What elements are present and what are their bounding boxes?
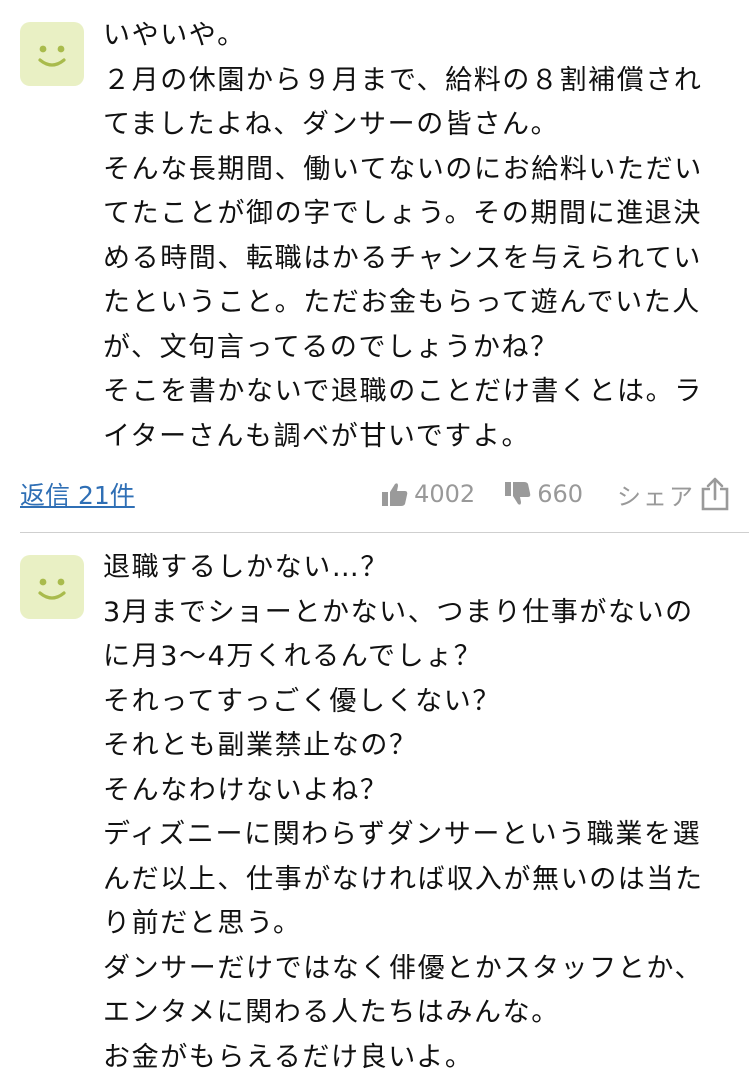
comment-divider	[20, 532, 749, 533]
comment-body: 退職するしかない…？ 3月までショーとかない、つまり仕事がないの に月3〜4万く…	[103, 546, 743, 1080]
comment-footer: 返信 21件 4002 660 シェア	[20, 469, 729, 519]
thumbs-down-icon	[505, 482, 531, 505]
comment-line: たということ。ただお金もらって遊んでいた人	[103, 287, 701, 318]
thumbs-up-icon	[382, 483, 408, 506]
reply-link[interactable]: 返信 21件	[20, 476, 135, 512]
avatar	[20, 22, 84, 86]
smiley-avatar-icon	[38, 45, 66, 67]
avatar	[20, 555, 84, 619]
dislike-button[interactable]: 660	[505, 480, 583, 508]
dislike-count: 660	[537, 480, 583, 508]
like-button[interactable]: 4002	[382, 480, 475, 508]
comment-line: んだ以上、仕事がなければ収入が無いのは当た	[103, 863, 704, 895]
comment-line: に月3〜4万くれるんでしょ？	[103, 641, 483, 672]
comment-line: エンタメに関わる人たちはみんな。	[103, 997, 560, 1028]
comment-line: それってすっごく優しくない？	[103, 685, 501, 717]
share-button[interactable]: シェア	[617, 477, 729, 512]
comment-line: お金がもらえるだけ良いよ。	[103, 1041, 474, 1073]
share-label: シェア	[617, 482, 695, 511]
like-count: 4002	[414, 480, 476, 508]
comment-line: それとも副業禁止なの？	[103, 730, 418, 761]
comment-line: ２月の休園から９月まで、給料の８割補償されて	[103, 64, 701, 96]
comment-line: そんな長期間、働いてないのにお給料いただい	[103, 153, 703, 185]
comment-line: そこを書かないで退職のことだけ書くとは。ラ	[103, 376, 703, 407]
comment-line: 3月までショーとかない、つまり仕事がないの	[103, 596, 694, 628]
comment-line: り前だと思う。	[103, 908, 302, 939]
comment-line: が、文句言ってるのでしょうかね？	[103, 331, 559, 363]
comment-line: ダンサーだけではなく俳優とかスタッフとか、	[103, 952, 704, 984]
comment-line: そんなわけないよね？	[103, 774, 389, 806]
comment-line: てましたよね、ダンサーの皆さん。	[103, 109, 560, 140]
comment-line: イターさんも調べが甘いですよ。	[103, 420, 531, 452]
smiley-avatar-icon	[38, 578, 66, 600]
comment-line: いやいや。	[103, 20, 246, 51]
comment-line: ディズニーに関わらずダンサーという職業を選	[103, 819, 702, 850]
comment-line: める時間、転職はかるチャンスを与えられてい	[103, 242, 702, 274]
comment-line: 退職するしかない…？	[103, 552, 389, 583]
comment-body: いやいや。 ２月の休園から９月まで、給料の８割補償されて てましたよね、ダンサー…	[103, 14, 743, 459]
comment-line: てたことが御の字でしょう。その期間に進退決	[103, 198, 702, 229]
share-icon	[701, 477, 729, 511]
